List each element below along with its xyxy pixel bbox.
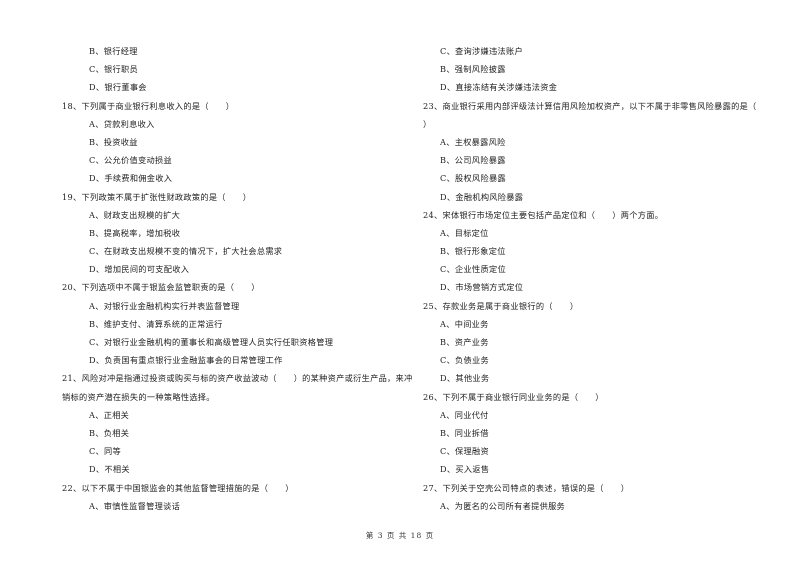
option-text: D、手续费和佣金收入: [89, 173, 173, 184]
option-text: C、同等: [89, 446, 122, 457]
question-text: 23、商业银行采用内部评级法计算信用风险加权资产，以下不属于非零售风险暴露的是（: [423, 100, 757, 111]
option-text: A、目标定位: [440, 227, 489, 238]
option-text: B、投资收益: [89, 136, 138, 147]
option-text: D、增加民间的可支配收入: [89, 264, 190, 275]
option-text: C、银行职员: [89, 64, 139, 75]
option-text: D、市场营销方式定位: [440, 282, 524, 293]
option-text: C、对银行业金融机构的董事长和高级管理人员实行任职资格管理: [89, 337, 334, 347]
option-text: C、负债业务: [440, 355, 490, 366]
option-text: B、负相关: [89, 427, 130, 438]
option-text: C、股权风险暴露: [440, 173, 506, 184]
option-text: D、其他业务: [440, 373, 490, 384]
question-text: 19、下列政策不属于扩张性财政政策的是（ ）: [62, 191, 252, 202]
question-text: 24、宋体银行市场定位主要包括产品定位和（ ）两个方面。: [423, 209, 664, 220]
option-text: B、银行形象定位: [440, 246, 506, 257]
question-text: 27、下列关于空壳公司特点的表述，错误的是（ ）: [423, 482, 630, 493]
option-text: A、审慎性监督管理谈话: [89, 500, 181, 511]
question-text: 22、以下不属于中国银监会的其他监督管理措施的是（ ）: [62, 482, 294, 493]
option-text: D、不相关: [89, 464, 130, 475]
option-text: B、同业拆借: [440, 427, 489, 438]
option-text: D、负责国有重点银行业金融监事会的日常管理工作: [89, 355, 283, 366]
option-text: A、同业代付: [440, 409, 489, 420]
option-text: D、买入返售: [440, 464, 490, 475]
option-text: A、主权暴露风险: [440, 136, 506, 147]
option-text: C、保理融资: [440, 446, 490, 457]
option-text: A、正相关: [89, 409, 130, 420]
page-footer: 第 3 页 共 18 页: [365, 531, 435, 540]
option-text: D、直接冻结有关涉嫌违法资金: [440, 82, 558, 93]
option-text: C、在财政支出规模不变的情况下，扩大社会总需求: [89, 246, 283, 257]
question-continuation: ）: [423, 118, 432, 129]
question-text: 25、存款业务是属于商业银行的（ ）: [423, 300, 579, 311]
option-text: B、强制风险披露: [440, 64, 506, 75]
question-text: 20、下列选项中不属于银监会监管职责的是（ ）: [62, 282, 260, 293]
question-text: 18、下列属于商业银行利息收入的是（ ）: [62, 100, 235, 111]
option-text: D、金融机构风险暴露: [440, 191, 524, 202]
option-text: A、贷款利息收入: [89, 118, 155, 129]
option-text: B、资产业务: [440, 337, 489, 347]
question-continuation: 销标的资产潜在损失的一种策略性选择。: [62, 391, 215, 402]
option-text: B、公司风险暴露: [440, 155, 506, 166]
option-text: B、提高税率，增加税收: [89, 227, 181, 238]
question-text: 21、风险对冲是指通过投资或购买与标的资产收益波动（ ）的某种资产或衍生产品，来…: [62, 373, 413, 384]
option-text: A、财政支出规模的扩大: [89, 209, 181, 220]
option-text: C、企业性质定位: [440, 264, 506, 275]
option-text: B、银行经理: [89, 46, 138, 56]
option-text: A、中间业务: [440, 318, 489, 329]
option-text: C、公允价值变动损益: [89, 155, 172, 166]
right-column: C、查询涉嫌违法账户 B、强制风险披露 D、直接冻结有关涉嫌违法资金 23、商业银行采…: [423, 42, 773, 515]
option-text: B、维护支付、清算系统的正常运行: [89, 318, 223, 329]
question-text: 26、下列不属于商业银行同业业务的是（ ）: [423, 391, 604, 402]
option-text: A、为匿名的公司所有者提供服务: [440, 500, 566, 511]
option-text: D、银行董事会: [89, 82, 147, 93]
option-text: A、对银行业金融机构实行并表监督管理: [89, 300, 240, 311]
left-column: B、银行经理 C、银行职员 D、银行董事会 18、下列属于商业银行利息收入的是（ ） A…: [62, 42, 412, 515]
option-text: C、查询涉嫌违法账户: [440, 46, 523, 56]
